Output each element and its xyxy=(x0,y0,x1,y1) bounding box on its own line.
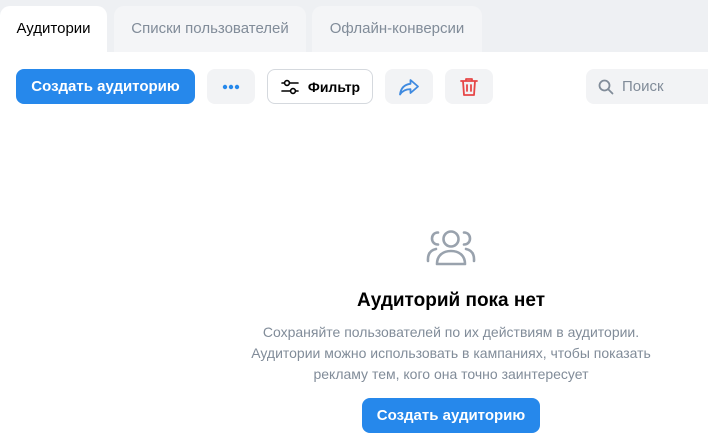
trash-icon xyxy=(460,77,478,96)
filter-button-label: Фильтр xyxy=(307,78,361,95)
tab-offline-conversions[interactable]: Офлайн-конверсии xyxy=(312,6,482,52)
empty-state-create-audience-button-label: Создать аудиторию xyxy=(376,407,526,424)
empty-state-description-line: Сохраняйте пользователей по их действиям… xyxy=(262,324,640,340)
more-horizontal-icon xyxy=(222,84,240,89)
create-audience-button-label: Создать аудиторию xyxy=(31,78,180,95)
app-window: Аудитории Списки пользователей Офлайн-ко… xyxy=(0,0,708,446)
empty-state-description: Сохраняйте пользователей по их действиям… xyxy=(222,322,680,385)
search-box[interactable] xyxy=(586,69,708,104)
tab-bar: Аудитории Списки пользователей Офлайн-ко… xyxy=(0,0,708,52)
delete-button[interactable] xyxy=(445,69,493,104)
tab-user-lists[interactable]: Списки пользователей xyxy=(114,6,306,52)
create-audience-button[interactable]: Создать аудиторию xyxy=(16,69,195,104)
filter-button[interactable]: Фильтр xyxy=(267,69,373,104)
empty-state-title: Аудиторий пока нет xyxy=(357,290,545,311)
users-outline-icon xyxy=(426,230,476,266)
share-arrow-icon xyxy=(399,78,419,95)
empty-state-description-line: рекламу тем, кого она точно заинтересует xyxy=(313,366,589,382)
share-button[interactable] xyxy=(385,69,433,104)
search-icon xyxy=(598,79,614,94)
more-button[interactable] xyxy=(207,69,255,104)
empty-state-description-line: Аудитории можно использовать в кампаниях… xyxy=(251,345,651,361)
sliders-icon xyxy=(281,79,299,94)
empty-state-create-audience-button[interactable]: Создать аудиторию xyxy=(362,398,540,433)
tab-audiences[interactable]: Аудитории xyxy=(0,6,107,52)
search-input[interactable] xyxy=(622,78,708,95)
